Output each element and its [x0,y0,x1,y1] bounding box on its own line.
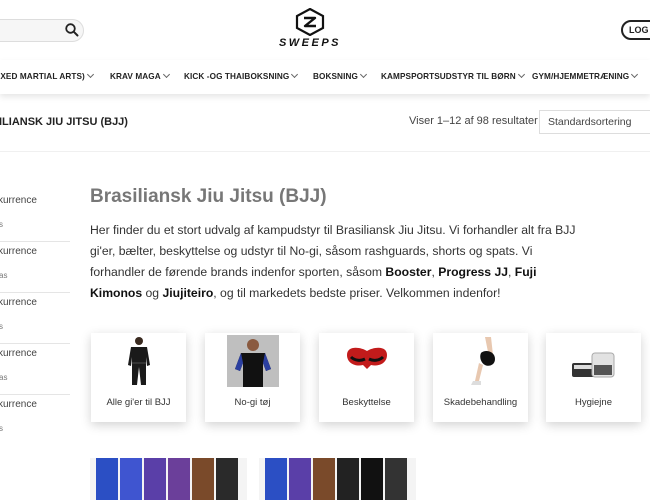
category-label: Skadebehandling [443,397,518,408]
category-description: Her finder du et stort udvalg af kampuds… [90,220,580,304]
login-button[interactable]: LOG I [621,20,650,40]
nav-item-label: KAMPSPORTSUDSTYR TIL BØRN [381,72,516,81]
hygiene-products-image [572,352,615,378]
description-text: , [508,265,515,279]
chevron-down-icon [86,70,94,79]
logo-mark-icon [295,8,325,36]
belts-image [90,458,247,500]
rashguard-image [227,335,279,387]
nav-item-gym[interactable]: GYM/HJEMMETRÆNING [532,70,639,81]
nav-item-kids[interactable]: KAMPSPORTSUDSTYR TIL BØRN [381,70,525,81]
nav-item-krav-maga[interactable]: KRAV MAGA [110,70,170,81]
breadcrumb: ILIANSK JIU JITSU (BJJ) [0,116,128,128]
category-label: Beskyttelse [342,397,391,408]
sidebar-item-title: kurrence [0,297,37,308]
sidebar-item-sub: s [0,424,3,433]
brand-link-progress[interactable]: Progress JJ [438,265,508,279]
sidebar-item-sub: as [0,271,8,280]
sidebar-item-sub: s [0,322,3,331]
sort-select[interactable]: Standardsortering [539,110,650,134]
product-image-belts[interactable] [90,458,247,500]
chevron-down-icon [291,70,299,79]
chevron-down-icon [631,70,639,79]
nav-item-label: GYM/HJEMMETRÆNING [532,72,630,81]
product-image-belts-2[interactable] [259,458,416,500]
description-text: og [142,286,163,300]
divider [0,292,70,293]
category-label: Hygiejne [575,397,612,408]
sidebar-item-title: kurrence [0,399,37,410]
gi-image [128,337,150,385]
category-card-hygiene[interactable]: Hygiejne [546,333,641,422]
nav-item-kickboxing[interactable]: KICK -OG THAIBOKSNING [184,70,299,81]
sidebar-item-sub: s [0,220,3,229]
chevron-down-icon [517,70,525,79]
sidebar-item-title: kurrence [0,348,37,359]
nav-item-label: KICK -OG THAIBOKSNING [184,72,290,81]
brand-link-booster[interactable]: Booster [385,265,431,279]
category-card-injury[interactable]: Skadebehandling [433,333,528,422]
chevron-down-icon [162,70,170,79]
site-logo[interactable]: SWEEPS [276,8,344,54]
nav-item-label: IXED MARTIAL ARTS) [0,72,85,81]
chevron-down-icon [359,70,367,79]
divider [0,241,70,242]
divider [0,343,70,344]
category-card-protection[interactable]: Beskyttelse [319,333,414,422]
mouthguard-image [347,347,387,369]
shop-title-bar: ILIANSK JIU JITSU (BJJ) Viser 1–12 af 98… [0,94,650,152]
category-card-no-gi[interactable]: No-gi tøj [205,333,300,422]
result-count: Viser 1–12 af 98 resultater [409,115,538,127]
sidebar-item-title: kurrence [0,246,37,257]
nav-item-mma[interactable]: IXED MARTIAL ARTS) [0,70,94,81]
sidebar-item-title: kurrence [0,195,37,206]
category-card-gi[interactable]: Alle gi'er til BJJ [91,333,186,422]
page-title: Brasiliansk Jiu Jitsu (BJJ) [90,186,327,207]
search-icon[interactable] [64,22,80,38]
site-header: SWEEPS LOG I [0,0,650,60]
category-label: No-gi tøj [234,397,271,408]
category-label: Alle gi'er til BJJ [106,397,171,408]
belts-image [259,458,416,500]
nav-item-label: KRAV MAGA [110,72,161,81]
description-text: , og til markedets bedste priser. Velkom… [213,286,501,300]
knee-brace-image [471,337,495,385]
sidebar-item-sub: as [0,373,8,382]
divider [0,394,70,395]
nav-item-boxing[interactable]: BOKSNING [313,70,367,81]
main-navigation: IXED MARTIAL ARTS) KRAV MAGA KICK -OG TH… [0,60,650,94]
nav-item-label: BOKSNING [313,72,358,81]
brand-link-jiujiteiro[interactable]: Jiujiteiro [162,286,213,300]
logo-text: SWEEPS [278,37,342,49]
